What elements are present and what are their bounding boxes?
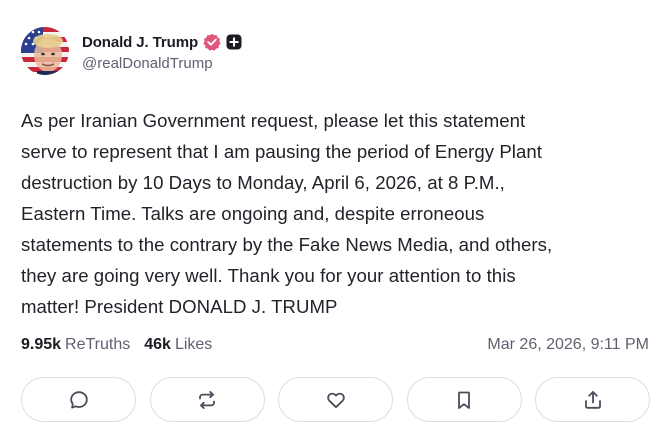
avatar-image <box>21 27 69 75</box>
like-button[interactable] <box>278 377 393 422</box>
post-text-line: serve to represent that I am pausing the… <box>21 141 542 162</box>
bookmark-icon <box>458 391 470 409</box>
retruth-icon <box>199 390 215 409</box>
post-text-line: destruction by 10 Days to Monday, April … <box>21 172 505 193</box>
share-button[interactable] <box>535 377 650 422</box>
post-text: As per Iranian Government request, pleas… <box>21 105 646 322</box>
retruth-button[interactable] <box>149 377 265 422</box>
retruths-label: ReTruths <box>65 336 131 353</box>
avatar[interactable] <box>21 27 69 75</box>
post-header: Donald J. Trump @realDonaldTrump <box>21 27 242 75</box>
post-text-line: Eastern Time. Talks are ongoing and, des… <box>21 203 485 224</box>
post-text-line: statements to the contrary by the Fake N… <box>21 234 553 255</box>
author-identity: Donald J. Trump @realDonaldTrump <box>82 30 242 72</box>
post-stats: 9.95k ReTruths 46k Likes Mar 26, 2026, 9… <box>21 336 649 354</box>
like-icon <box>326 392 345 408</box>
display-name[interactable]: Donald J. Trump <box>82 34 198 51</box>
likes-count: 46k <box>144 336 171 353</box>
user-handle[interactable]: @realDonaldTrump <box>82 55 242 72</box>
retruths-count: 9.95k <box>21 336 62 353</box>
action-bar <box>21 377 650 422</box>
post-timestamp[interactable]: Mar 26, 2026, 9:11 PM <box>487 336 649 354</box>
reply-icon <box>69 390 88 408</box>
name-row: Donald J. Trump <box>82 30 242 54</box>
bookmark-button[interactable] <box>406 377 522 422</box>
likes-label: Likes <box>174 336 213 353</box>
post-text-line: As per Iranian Government request, pleas… <box>21 110 526 131</box>
post-text-line: matter! President DONALD J. TRUMP <box>21 296 338 317</box>
verified-badge-icon <box>203 33 221 51</box>
reply-button[interactable] <box>21 377 136 422</box>
plus-badge-icon <box>226 34 242 50</box>
post-card: Donald J. Trump @realDonaldTrump As per … <box>0 0 661 439</box>
share-icon <box>584 390 601 409</box>
likes-stat[interactable]: 46k Likes <box>144 336 212 354</box>
post-text-line: they are going very well. Thank you for … <box>21 265 516 286</box>
retruths-stat[interactable]: 9.95k ReTruths <box>21 336 130 354</box>
